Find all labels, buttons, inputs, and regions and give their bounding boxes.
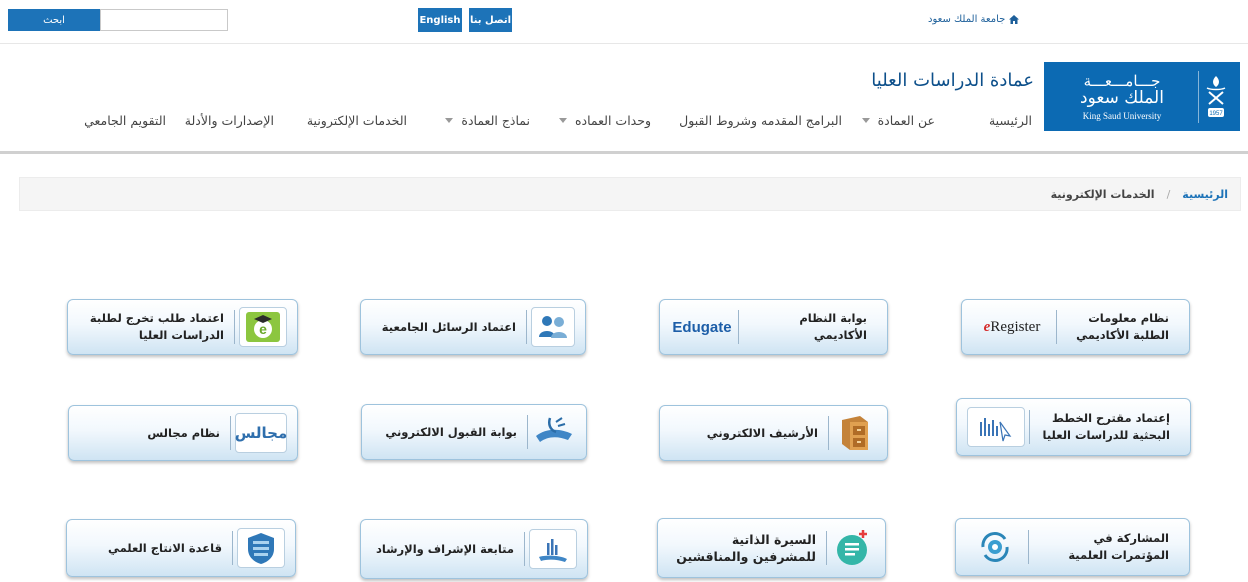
contact-button[interactable]: اتصل بنا [469,8,512,32]
logo-arabic-line1: جـــامـــعـــة [1083,71,1161,90]
tile-graduation[interactable]: اعتماد طلب تخرج لطلبة الدراسات العليا e [67,299,298,355]
tile-edugate-label: بوابة النظام الأكاديمي [799,311,867,342]
nav-programs[interactable]: البرامج المقدمه وشروط القبول [679,113,842,128]
filing-cabinet-icon [833,413,877,453]
tile-divider [232,531,233,565]
nav-eservices[interactable]: الخدمات الإلكترونية [307,113,407,128]
logo-text: جـــامـــعـــة الملك سعود King Saud Univ… [1052,73,1192,121]
majales-logo-text: مجالس [234,424,288,442]
page: ابحث English اتصل بنا جامعة الملك سعود ج… [0,0,1248,582]
logo-english: King Saud University [1082,110,1162,121]
document-plus-icon [831,528,875,568]
tile-supervision[interactable]: متابعة الإشراف والإرشاد [360,519,588,579]
chevron-down-icon [861,118,870,123]
nav-divider [0,151,1248,154]
tile-archive[interactable]: الأرشيف الالكتروني [659,405,888,461]
nav-home[interactable]: الرئيسية [989,113,1032,128]
chevron-down-icon [445,118,454,123]
nav-calendar[interactable]: التقويم الجامعي [84,113,166,128]
tile-theses-label: اعتماد الرسائل الجامعية [381,319,516,334]
tile-councils-label: نظام مجالس [147,425,220,440]
dean-title: عمادة الدراسات العليا [871,70,1034,91]
tile-divider [1028,530,1029,564]
tile-edugate[interactable]: Edugate بوابة النظام الأكاديمي [659,299,888,355]
breadcrumb-home[interactable]: الرئيسية [1182,188,1228,201]
tile-archive-label: الأرشيف الالكتروني [706,425,818,440]
nav-forms-label: نماذج العمادة [461,113,530,128]
graduation-cap-icon: e [239,307,287,347]
tile-theses[interactable]: اعتماد الرسائل الجامعية [360,299,586,355]
edugate-brand: Edugate [672,318,732,336]
english-button[interactable]: English [418,8,462,32]
tile-divider [526,310,527,344]
tile-admission[interactable]: بوابة القبول الالكتروني [361,404,587,460]
nav-about-label: عن العمادة [877,113,935,128]
top-divider [0,43,1248,44]
search-button[interactable]: ابحث [8,9,100,31]
tile-divider [234,310,235,344]
breadcrumb-current: الخدمات الإلكترونية [1050,187,1155,201]
svg-text:e: e [259,321,267,337]
nav-programs-label: البرامج المقدمه وشروط القبول [679,113,842,128]
nav-publications[interactable]: الإصدارات والأدلة [185,113,274,128]
nav-about[interactable]: عن العمادة [861,113,935,128]
chart-cursor-icon [967,407,1025,447]
tile-divider [527,415,528,449]
search-input[interactable] [100,9,228,31]
nav-units-label: وحدات العماده [574,113,651,128]
tile-cv-label: السيرة الذاتية للمشرفين والمناقشين [676,532,816,564]
tile-conferences[interactable]: المشاركة في المؤتمرات العلمية [955,518,1190,576]
tile-supervision-label: متابعة الإشراف والإرشاد [376,541,514,556]
nav-home-label: الرئيسية [988,113,1032,128]
edugate-logo: Edugate [670,307,734,347]
nav-eservices-label: الخدمات الإلكترونية [306,113,407,128]
globe-arrows-icon [966,527,1024,567]
tile-divider [230,416,231,450]
home-icon [1009,15,1020,24]
tile-eregister-label: نظام معلومات الطلبة الأكاديمي [1076,311,1169,342]
tile-divider [1056,310,1057,344]
emblem-icon: 1957 [1198,70,1232,123]
nav-publications-label: الإصدارات والأدلة [184,113,274,128]
ksu-link-label: جامعة الملك سعود [928,14,1006,25]
database-shield-icon [237,528,285,568]
eregister-logo: eRegister [972,307,1052,347]
tile-divider [524,532,525,566]
tile-divider [828,416,829,450]
hand-chart-icon [529,529,577,569]
breadcrumb: الرئيسية / الخدمات الإلكترونية [19,177,1241,211]
ksu-home-link[interactable]: جامعة الملك سعود [928,14,1020,25]
people-icon [531,307,575,347]
tile-graduation-label: اعتماد طلب تخرج لطلبة الدراسات العليا [89,311,224,342]
tile-conferences-label: المشاركة في المؤتمرات العلمية [1068,531,1169,562]
tile-admission-label: بوابة القبول الالكتروني [385,424,517,439]
tile-research-proposal-label: إعتماد مقترح الخطط البحثية للدراسات العل… [1042,411,1170,442]
tile-divider [1029,410,1030,444]
breadcrumb-separator: / [1166,187,1171,201]
tile-research-base-label: قاعدة الانتاج العلمي [107,540,222,555]
tile-cv[interactable]: السيرة الذاتية للمشرفين والمناقشين [657,518,886,578]
nav-units[interactable]: وحدات العماده [558,113,651,128]
nav-calendar-label: التقويم الجامعي [84,113,166,128]
logo-year: 1957 [1209,111,1223,117]
nav-forms[interactable]: نماذج العمادة [445,113,530,128]
tile-research-base[interactable]: قاعدة الانتاج العلمي [66,519,296,577]
ksu-logo[interactable]: جـــامـــعـــة الملك سعود King Saud Univ… [1044,62,1240,131]
tile-research-proposal[interactable]: إعتماد مقترح الخطط البحثية للدراسات العل… [956,398,1191,456]
eregister-brand: Register [990,318,1041,335]
tile-divider [738,310,739,344]
tile-councils[interactable]: نظام مجالس مجالس [68,405,298,461]
majales-logo-icon: مجالس [235,413,287,453]
tile-eregister[interactable]: eRegister نظام معلومات الطلبة الأكاديمي [961,299,1190,355]
tile-divider [826,531,827,565]
logo-arabic-line2: الملك سعود [1080,87,1164,108]
chevron-down-icon [558,118,567,123]
hand-click-icon [532,412,576,452]
